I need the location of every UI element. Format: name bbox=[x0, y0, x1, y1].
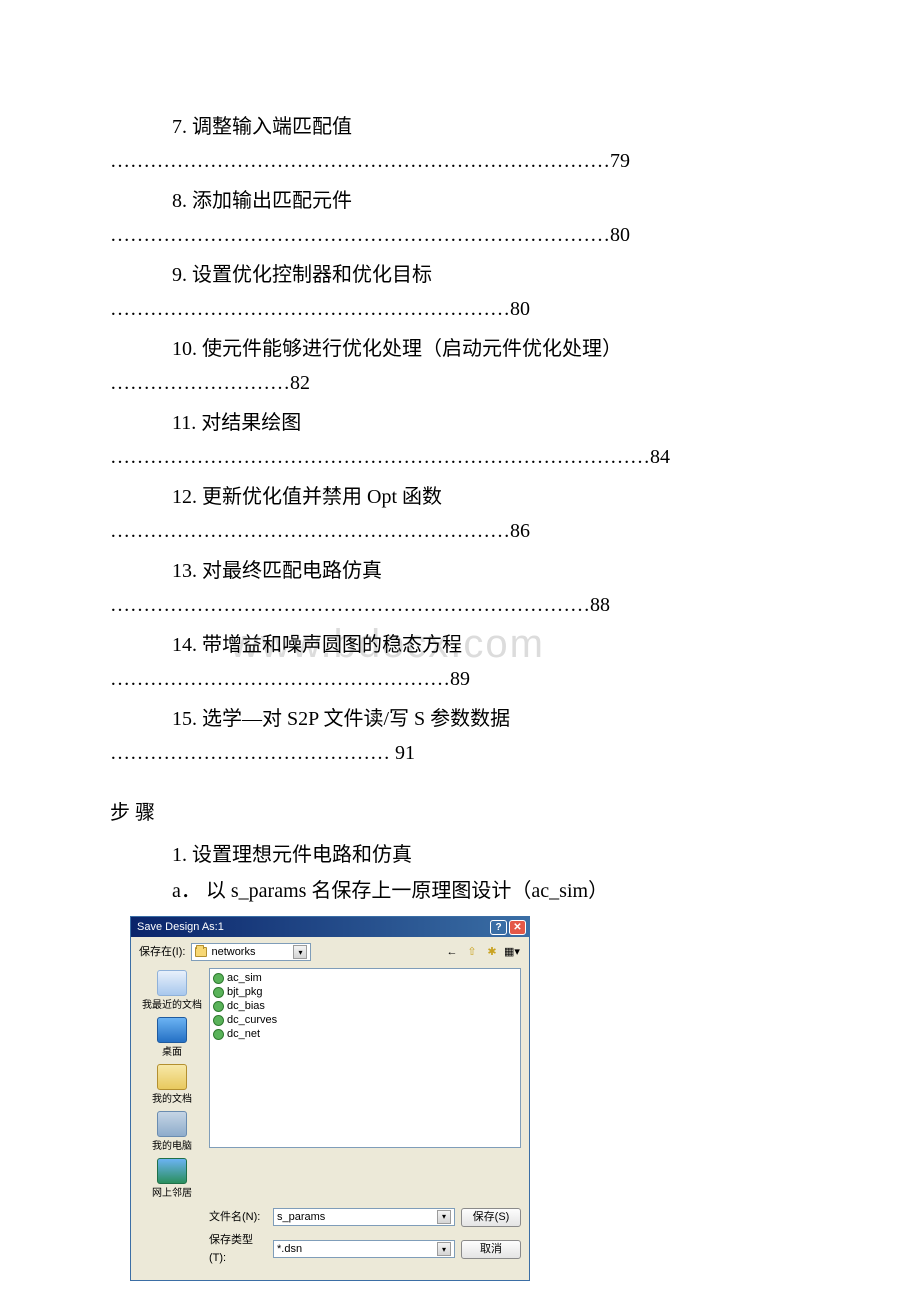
chevron-down-icon: ▾ bbox=[437, 1210, 451, 1224]
file-item[interactable]: dc_net bbox=[213, 1028, 517, 1042]
toc-page-leader: ……………………………………………………86 bbox=[110, 514, 810, 548]
folder-icon bbox=[195, 947, 207, 957]
places-bar: 我最近的文档 桌面 我的文档 我的电脑 bbox=[139, 968, 205, 1202]
toc-item: 9. 设置优化控制器和优化目标 ……………………………………………………80 bbox=[110, 258, 810, 326]
filetype-select[interactable]: *.dsn ▾ bbox=[273, 1240, 455, 1258]
toc-title: 13. 对最终匹配电路仿真 bbox=[110, 554, 810, 588]
documents-icon bbox=[157, 1064, 187, 1090]
toc-page-leader: ………………………………………………………………88 bbox=[110, 588, 810, 622]
file-list[interactable]: ac_sim bjt_pkg dc_bias dc_curves bbox=[209, 968, 521, 1148]
up-folder-icon[interactable]: ⇧ bbox=[463, 943, 481, 961]
design-file-icon bbox=[213, 973, 224, 984]
place-label: 桌面 bbox=[162, 1044, 182, 1061]
place-network[interactable]: 网上邻居 bbox=[139, 1158, 205, 1202]
toc-item: 12. 更新优化值并禁用 Opt 函数 ……………………………………………………… bbox=[110, 480, 810, 548]
toc-page-leader: …………………………………………………………………80 bbox=[110, 218, 810, 252]
design-file-icon bbox=[213, 1015, 224, 1026]
filename-value: s_params bbox=[277, 1208, 437, 1227]
design-file-icon bbox=[213, 1029, 224, 1040]
toc-item: 7. 调整输入端匹配值 …………………………………………………………………79 bbox=[110, 110, 810, 178]
design-file-icon bbox=[213, 1001, 224, 1012]
place-documents[interactable]: 我的文档 bbox=[139, 1064, 205, 1108]
view-menu-icon[interactable]: ▦▾ bbox=[503, 943, 521, 961]
toc-page-leader: ……………………………………………………80 bbox=[110, 292, 810, 326]
lookin-select[interactable]: networks ▾ bbox=[191, 943, 311, 961]
toc-title: 7. 调整输入端匹配值 bbox=[110, 110, 810, 144]
step-substep: a． 以 s_params 名保存上一原理图设计（ac_sim） bbox=[110, 874, 810, 908]
toc-title: 8. 添加输出匹配元件 bbox=[110, 184, 810, 218]
section-heading: 步 骤 bbox=[110, 796, 810, 830]
file-name: dc_net bbox=[227, 1025, 260, 1044]
lookin-value: networks bbox=[211, 943, 255, 962]
toc-title: 10. 使元件能够进行优化处理（启动元件优化处理） bbox=[110, 332, 810, 366]
place-desktop[interactable]: 桌面 bbox=[139, 1017, 205, 1061]
toc-item: 13. 对最终匹配电路仿真 ………………………………………………………………88 bbox=[110, 554, 810, 622]
help-button[interactable]: ? bbox=[490, 920, 507, 935]
new-folder-icon[interactable]: ✱ bbox=[483, 943, 501, 961]
place-label: 我的电脑 bbox=[152, 1138, 192, 1155]
back-icon[interactable]: ← bbox=[443, 943, 461, 961]
lookin-label: 保存在(I): bbox=[139, 943, 185, 962]
toc-page-leader: ………………………82 bbox=[110, 366, 810, 400]
save-dialog: Save Design As:1 ? ✕ 保存在(I): networks ▾ … bbox=[130, 916, 530, 1281]
desktop-icon bbox=[157, 1017, 187, 1043]
recent-icon bbox=[157, 970, 187, 996]
toc-item: 15. 选学—对 S2P 文件读/写 S 参数数据 ……………………………………… bbox=[110, 702, 810, 770]
design-file-icon bbox=[213, 987, 224, 998]
toc-item: 8. 添加输出匹配元件 …………………………………………………………………80 bbox=[110, 184, 810, 252]
toc-title: 9. 设置优化控制器和优化目标 bbox=[110, 258, 810, 292]
step-title: 1. 设置理想元件电路和仿真 bbox=[110, 838, 810, 872]
toc-page-leader: …………………………………… 91 bbox=[110, 736, 810, 770]
toc-item: 10. 使元件能够进行优化处理（启动元件优化处理） ………………………82 bbox=[110, 332, 810, 400]
computer-icon bbox=[157, 1111, 187, 1137]
save-button[interactable]: 保存(S) bbox=[461, 1208, 521, 1227]
place-recent[interactable]: 我最近的文档 bbox=[139, 970, 205, 1014]
place-label: 我最近的文档 bbox=[142, 997, 202, 1014]
close-icon: ✕ bbox=[513, 919, 521, 936]
filetype-label: 保存类型(T): bbox=[209, 1231, 267, 1268]
toc-page-leader: ………………………………………………………………………84 bbox=[110, 440, 810, 474]
toc-title: 11. 对结果绘图 bbox=[110, 406, 810, 440]
network-icon bbox=[157, 1158, 187, 1184]
chevron-down-icon: ▾ bbox=[293, 945, 307, 959]
toc-item: 14. 带增益和噪声圆图的稳态方程 ……………………………………………89 bbox=[110, 628, 810, 696]
dialog-titlebar[interactable]: Save Design As:1 ? ✕ bbox=[131, 917, 529, 937]
chevron-down-icon: ▾ bbox=[437, 1242, 451, 1256]
cancel-button[interactable]: 取消 bbox=[461, 1240, 521, 1259]
toc-title: 14. 带增益和噪声圆图的稳态方程 bbox=[110, 628, 810, 662]
toc-page-leader: ……………………………………………89 bbox=[110, 662, 810, 696]
close-button[interactable]: ✕ bbox=[509, 920, 526, 935]
toc-page-leader: …………………………………………………………………79 bbox=[110, 144, 810, 178]
dialog-title: Save Design As:1 bbox=[137, 918, 488, 937]
place-label: 网上邻居 bbox=[152, 1185, 192, 1202]
place-label: 我的文档 bbox=[152, 1091, 192, 1108]
filename-input[interactable]: s_params ▾ bbox=[273, 1208, 455, 1226]
place-computer[interactable]: 我的电脑 bbox=[139, 1111, 205, 1155]
toc-title: 15. 选学—对 S2P 文件读/写 S 参数数据 bbox=[110, 702, 810, 736]
toc-title: 12. 更新优化值并禁用 Opt 函数 bbox=[110, 480, 810, 514]
filename-label: 文件名(N): bbox=[209, 1208, 267, 1227]
toc-item: 11. 对结果绘图 ………………………………………………………………………84 bbox=[110, 406, 810, 474]
filetype-value: *.dsn bbox=[277, 1240, 437, 1259]
